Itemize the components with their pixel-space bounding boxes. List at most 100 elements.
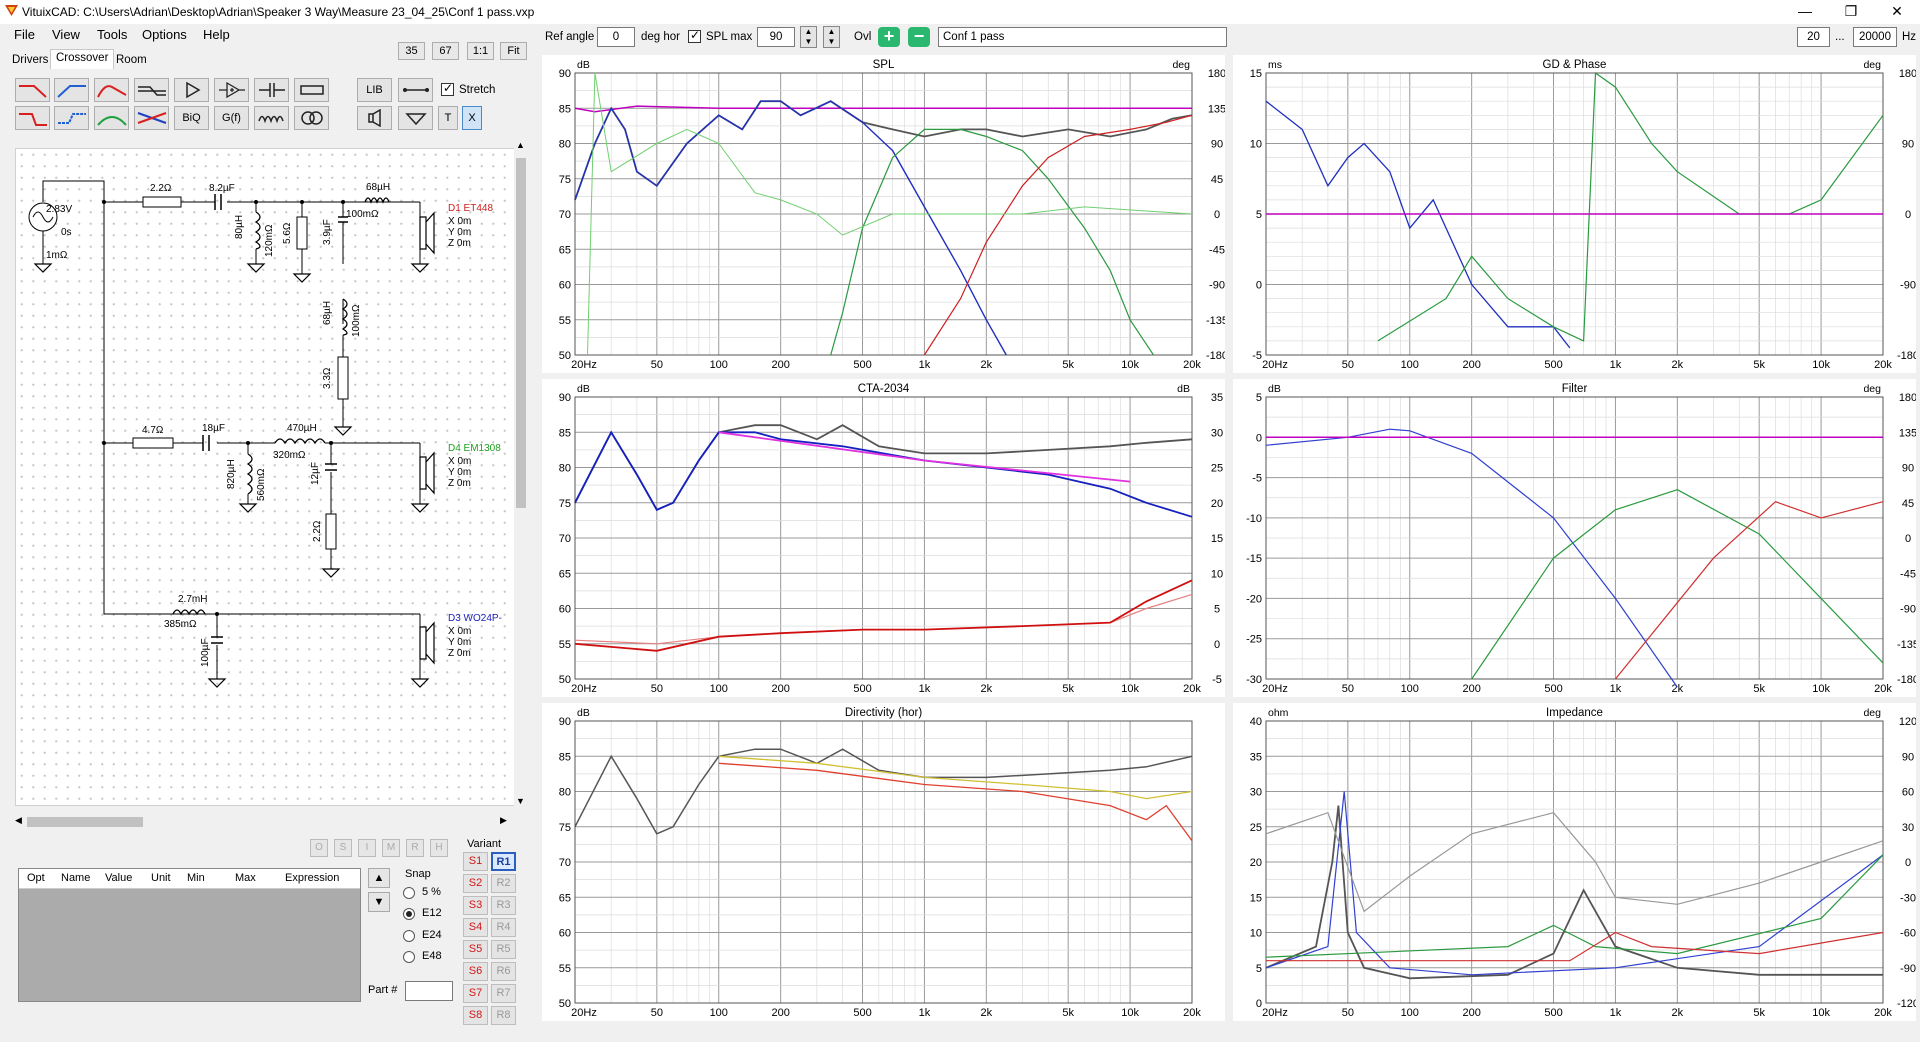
maximize-button[interactable]: ❐ — [1828, 0, 1874, 24]
impedance-plot[interactable]: Impedanceohm deg4035302520151050120906030… — [1233, 703, 1919, 1021]
schematic-vertical-scrollbar[interactable]: ▲ ▼ — [514, 140, 528, 810]
tab-room[interactable]: Room — [110, 51, 153, 69]
menu-file[interactable]: File — [14, 27, 35, 42]
col-opt[interactable]: Opt — [27, 872, 45, 884]
zoom-fit-button[interactable]: Fit — [500, 42, 527, 60]
wire-button[interactable] — [398, 78, 433, 102]
variant-r5-button[interactable]: R5 — [491, 940, 516, 959]
driver-button[interactable] — [357, 106, 392, 130]
variant-s4-button[interactable]: S4 — [463, 918, 488, 937]
transformer-button[interactable] — [294, 106, 329, 130]
zoom-67-button[interactable]: 67 — [432, 42, 459, 60]
schematic-canvas[interactable]: 2.83V 0s 1mΩ 2.2Ω 8.2µF 68µH 100mΩ 80µH … — [15, 148, 526, 806]
variant-s6-button[interactable]: S6 — [463, 962, 488, 981]
highpass-steep-button[interactable] — [54, 106, 89, 130]
spl-max-spinner-2[interactable]: ▲ ▼ — [823, 26, 840, 48]
amplifier-button[interactable] — [214, 78, 249, 102]
variant-s2-button[interactable]: S2 — [463, 874, 488, 893]
highpass-blue-button[interactable] — [54, 78, 89, 102]
x-button[interactable]: X — [462, 106, 482, 130]
variant-r1-button[interactable]: R1 — [491, 852, 516, 871]
text-button[interactable]: T — [438, 106, 458, 130]
spl-plot[interactable]: SPL dB deg 90 85 80 75 70 65 60 55 50 180 135 90 45 0 -45… — [542, 55, 1228, 373]
col-expression[interactable]: Expression — [285, 872, 339, 884]
cta-chart[interactable]: CTA-2034 dB dB 90 85 80 75 70 65 60 55 50 35 30 25 20 15… — [542, 379, 1225, 697]
notch-button[interactable] — [134, 78, 169, 102]
resistor-r1[interactable] — [142, 196, 182, 208]
snap-5pct-radio[interactable] — [403, 887, 415, 899]
variant-s5-button[interactable]: S5 — [463, 940, 488, 959]
zoom-1-1-button[interactable]: 1:1 — [467, 42, 494, 60]
lowpass-red-button[interactable] — [15, 78, 50, 102]
close-button[interactable]: ✕ — [1874, 0, 1920, 24]
spl-max-checkbox[interactable] — [688, 28, 701, 43]
resistor-r3[interactable] — [337, 356, 349, 400]
variant-r4-button[interactable]: R4 — [491, 918, 516, 937]
spl-chart[interactable]: SPL dB deg 90 85 80 75 70 65 60 55 50 180 135 90 45 0 -45… — [542, 55, 1228, 373]
bandpass-green-button[interactable] — [94, 106, 129, 130]
variant-r2-button[interactable]: R2 — [491, 874, 516, 893]
library-button[interactable]: LIB — [357, 78, 392, 102]
scroll-right-icon[interactable]: ▶ — [500, 815, 507, 826]
col-min[interactable]: Min — [187, 872, 205, 884]
optimizer-m-button[interactable]: M — [382, 839, 400, 857]
variant-r7-button[interactable]: R7 — [491, 984, 516, 1003]
driver-d4-symbol[interactable] — [419, 451, 435, 495]
col-max[interactable]: Max — [235, 872, 256, 884]
col-value[interactable]: Value — [105, 872, 132, 884]
optimizer-h-button[interactable]: H — [430, 839, 448, 857]
optimizer-s-button[interactable]: S — [334, 839, 352, 857]
variant-s3-button[interactable]: S3 — [463, 896, 488, 915]
optimizer-o-button[interactable]: O — [310, 839, 328, 857]
parameter-table[interactable]: Opt Name Value Unit Min Max Expression — [18, 868, 361, 1002]
filter-plot[interactable]: FilterdB deg50-5-10-15-20-25-301801359045… — [1233, 379, 1919, 697]
bandpass-red-button[interactable] — [94, 78, 129, 102]
zoom-35-button[interactable]: 35 — [398, 42, 425, 60]
menu-view[interactable]: View — [52, 27, 80, 42]
snap-e24-radio[interactable] — [403, 930, 415, 942]
transfer-function-button[interactable]: G(f) — [214, 106, 249, 130]
variant-r6-button[interactable]: R6 — [491, 962, 516, 981]
variant-r8-button[interactable]: R8 — [491, 1006, 516, 1025]
resistor-button[interactable] — [294, 78, 329, 102]
spl-max-spinner[interactable]: ▲ ▼ — [800, 26, 817, 48]
resistor-r5[interactable] — [325, 513, 337, 550]
gd-phase-chart[interactable]: GD & Phase ms deg 15 10 5 0 -5 180 90 0 -90 -180 20Hz… — [1233, 55, 1919, 373]
variant-r3-button[interactable]: R3 — [491, 896, 516, 915]
inductor-button[interactable] — [254, 106, 289, 130]
impedance-chart[interactable]: Impedance ohm deg 40 35 30 25 20 15 10 5 0 120 90 60 30… — [1233, 703, 1919, 1021]
schematic-horizontal-scrollbar[interactable]: ◀ ▶ — [15, 814, 515, 830]
lowpass-steep-button[interactable] — [15, 106, 50, 130]
col-unit[interactable]: Unit — [151, 872, 171, 884]
freq-max-input[interactable]: 20000 — [1853, 27, 1897, 47]
part-number-input[interactable] — [405, 981, 453, 1001]
optimizer-r-button[interactable]: R — [406, 839, 424, 857]
minimize-button[interactable]: — — [1782, 0, 1828, 24]
move-down-button[interactable]: ▼ — [368, 892, 390, 912]
overlay-name-input[interactable]: Conf 1 pass — [938, 27, 1227, 47]
tab-drivers[interactable]: Drivers — [6, 51, 54, 69]
snap-e12-radio[interactable] — [403, 908, 415, 920]
freq-min-input[interactable]: 20 — [1797, 27, 1830, 47]
scroll-up-icon[interactable]: ▲ — [516, 140, 525, 150]
resistor-r4[interactable] — [132, 437, 174, 449]
directivity-chart[interactable]: Directivity (hor) dB 90 85 80 75 70 65 60 55 50 20H… — [542, 703, 1225, 1021]
directivity-plot[interactable]: Directivity (hor)dB90858075706560555020H… — [542, 703, 1225, 1021]
driver-d3-symbol[interactable] — [419, 621, 435, 665]
menu-tools[interactable]: Tools — [97, 27, 127, 42]
hscroll-thumb[interactable] — [27, 817, 143, 827]
menu-options[interactable]: Options — [142, 27, 187, 42]
scroll-down-icon[interactable]: ▼ — [516, 796, 525, 806]
buffer-button[interactable] — [174, 78, 209, 102]
stretch-checkbox[interactable] — [441, 81, 454, 96]
add-overlay-button[interactable]: + — [878, 27, 900, 47]
ref-angle-input[interactable]: 0 — [597, 27, 635, 47]
spl-max-input[interactable]: 90 — [757, 27, 795, 47]
variant-s1-button[interactable]: S1 — [463, 852, 488, 871]
gd-phase-plot[interactable]: GD & Phasems deg151050-5180900-90-18020Hz… — [1233, 55, 1919, 373]
scroll-thumb[interactable] — [516, 158, 526, 508]
resistor-r2[interactable] — [296, 216, 308, 250]
cta-plot[interactable]: CTA-2034dB dB9085807570656055503530252015… — [542, 379, 1225, 697]
biquad-button[interactable]: BiQ — [174, 106, 209, 130]
scroll-left-icon[interactable]: ◀ — [15, 815, 22, 826]
